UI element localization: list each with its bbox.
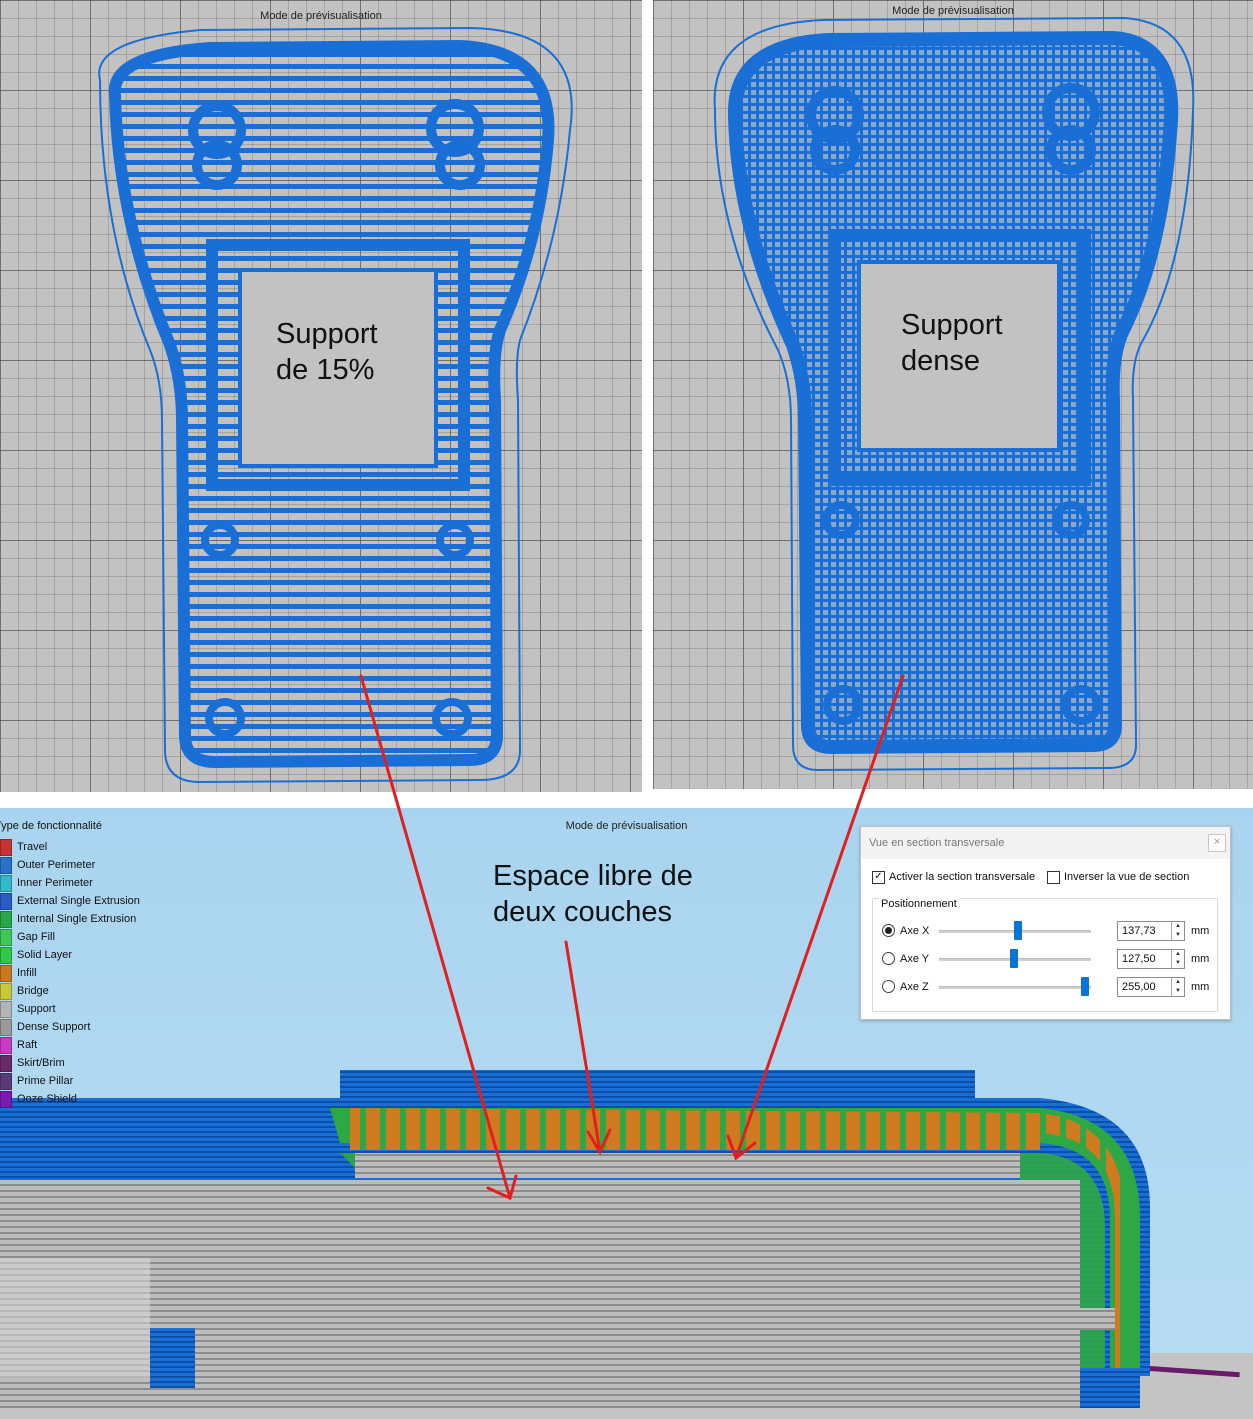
arrow-sparse-support [359,674,512,1200]
arrowhead-sparse [486,1174,518,1201]
arrow-gap [564,940,602,1154]
arrow-dense-support [734,674,905,1160]
annotation-arrows [359,674,905,1201]
